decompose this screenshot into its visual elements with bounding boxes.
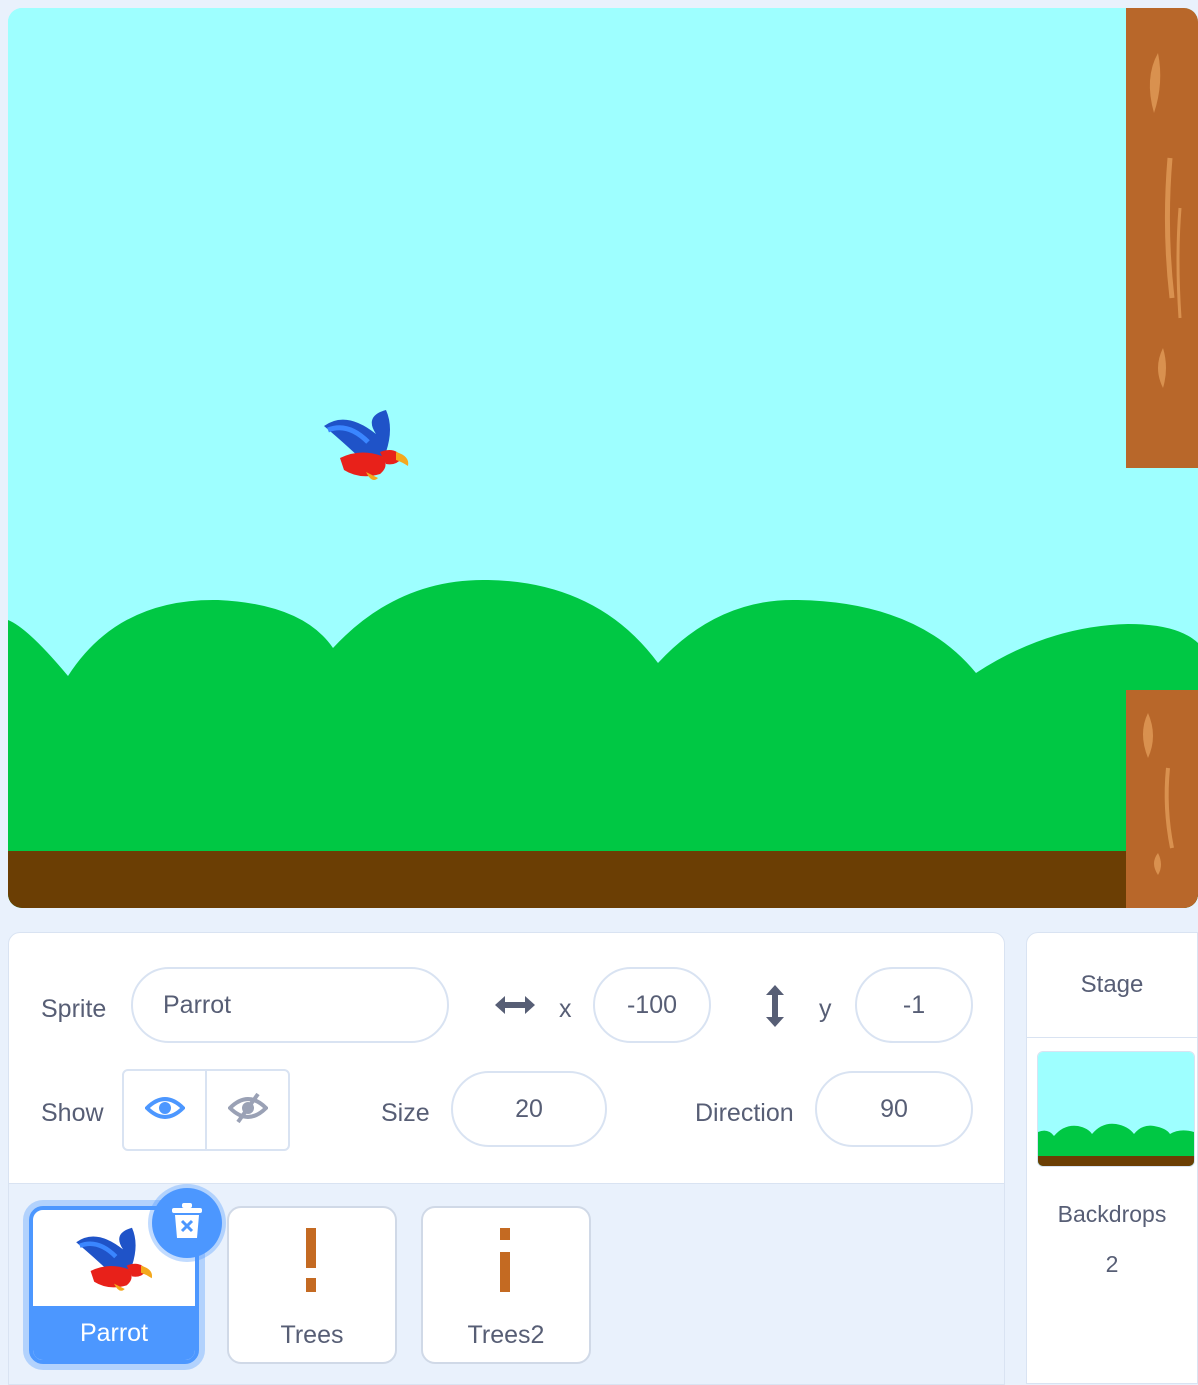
- backdrops-label: Backdrops: [1057, 1201, 1167, 1227]
- sprite-tile-trees2[interactable]: Trees2: [421, 1206, 591, 1364]
- ground: [8, 851, 1198, 908]
- backdrops-count: 2: [1105, 1251, 1119, 1277]
- stage-selector-pane[interactable]: Stage Backdrops 2: [1026, 932, 1198, 1384]
- sprite-info-panel: Sprite Parrot x -100 y -1 Show Size 20 D…: [8, 932, 1005, 1184]
- sprite-tile-label: Trees: [280, 1320, 344, 1349]
- size-input[interactable]: 20: [451, 1071, 607, 1147]
- y-label: y: [819, 995, 832, 1023]
- show-visible-button[interactable]: [124, 1071, 207, 1149]
- sprite-label: Sprite: [41, 995, 107, 1023]
- sprite-tile-label: Parrot: [33, 1306, 195, 1360]
- delete-sprite-button[interactable]: [152, 1188, 222, 1258]
- backdrop-thumbnail[interactable]: [1037, 1051, 1195, 1167]
- stage-canvas[interactable]: [8, 8, 1198, 908]
- arrows-vertical-icon: [761, 983, 789, 1034]
- tree-bottom-trunk: [1126, 690, 1198, 908]
- sprite-thumbnail: [229, 1208, 395, 1312]
- sprite-tile-trees[interactable]: Trees: [227, 1206, 397, 1364]
- direction-input[interactable]: 90: [815, 1071, 973, 1147]
- arrows-horizontal-icon: [493, 991, 537, 1024]
- trash-icon: [170, 1202, 204, 1245]
- direction-label: Direction: [695, 1099, 794, 1127]
- tree-top-trunk: [1126, 8, 1198, 468]
- stage-title: Stage: [1027, 933, 1197, 1038]
- stage-scene: [8, 8, 1198, 908]
- backdrop-preview: [1038, 1052, 1194, 1166]
- y-input[interactable]: -1: [855, 967, 973, 1043]
- show-toggle-group: [122, 1069, 290, 1151]
- sprite-name-input[interactable]: Parrot: [131, 967, 449, 1043]
- size-label: Size: [381, 1099, 430, 1127]
- x-label: x: [559, 995, 572, 1023]
- eye-slash-icon: [226, 1092, 269, 1129]
- eye-icon: [143, 1094, 186, 1127]
- sprite-thumbnail: [423, 1208, 589, 1312]
- show-label: Show: [41, 1099, 104, 1127]
- sprite-tile-label: Trees2: [467, 1320, 545, 1349]
- x-input[interactable]: -100: [593, 967, 711, 1043]
- show-hidden-button[interactable]: [207, 1071, 288, 1149]
